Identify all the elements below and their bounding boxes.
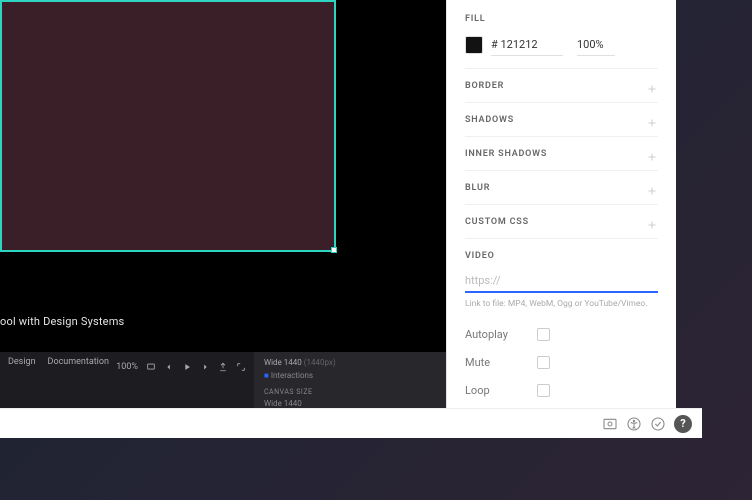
accessibility-icon[interactable] — [626, 416, 642, 432]
prev-icon[interactable] — [164, 362, 174, 372]
autoplay-label: Autoplay — [465, 328, 537, 341]
artboard-frame[interactable] — [0, 0, 336, 252]
custom-css-section[interactable]: CUSTOM CSS — [465, 205, 658, 239]
device-icon[interactable] — [146, 362, 156, 372]
footer-bar: ? — [0, 408, 702, 438]
check-icon[interactable] — [650, 416, 666, 432]
video-hint: Link to file: MP4, WebM, Ogg or YouTube/… — [465, 299, 658, 310]
expand-icon[interactable] — [236, 362, 246, 372]
mute-checkbox[interactable] — [537, 356, 550, 369]
loop-checkbox[interactable] — [537, 384, 550, 397]
share-icon[interactable] — [218, 362, 228, 372]
autoplay-checkbox[interactable] — [537, 328, 550, 341]
fill-opacity-input[interactable] — [577, 34, 615, 56]
add-icon[interactable] — [646, 182, 658, 194]
viewport-name: Wide 1440 — [264, 358, 302, 367]
fill-label: FILL — [465, 14, 658, 24]
add-icon[interactable] — [646, 114, 658, 126]
border-label: BORDER — [465, 81, 504, 91]
bottom-right-panel: Wide 1440 (1440px) ■ Interactions CANVAS… — [254, 352, 446, 408]
inspector-panel: FILL BORDER SHADOWS INNER SHADOWS BLUR C… — [446, 0, 676, 408]
add-icon[interactable] — [646, 80, 658, 92]
tab-documentation[interactable]: Documentation — [48, 357, 109, 367]
settings-icon[interactable] — [602, 416, 618, 432]
inner-shadows-label: INNER SHADOWS — [465, 149, 547, 159]
bottom-controls: 100% — [116, 362, 246, 372]
add-icon[interactable] — [646, 216, 658, 228]
shadows-section[interactable]: SHADOWS — [465, 103, 658, 137]
mute-label: Mute — [465, 356, 537, 369]
play-icon[interactable] — [182, 362, 192, 372]
viewport-size: (1440px) — [304, 358, 336, 367]
blur-label: BLUR — [465, 183, 490, 193]
canvas-size-label: CANVAS SIZE — [264, 388, 313, 396]
video-label: VIDEO — [465, 251, 658, 261]
shadows-label: SHADOWS — [465, 115, 514, 125]
tab-design[interactable]: Design — [8, 357, 36, 367]
video-section: VIDEO Link to file: MP4, WebM, Ogg or Yo… — [465, 239, 658, 408]
help-icon[interactable]: ? — [674, 415, 692, 433]
fill-hex-input[interactable] — [491, 34, 563, 56]
border-section[interactable]: BORDER — [465, 69, 658, 103]
inner-shadows-section[interactable]: INNER SHADOWS — [465, 137, 658, 171]
interactions-row[interactable]: ■ Interactions — [264, 371, 313, 380]
resize-handle-se[interactable] — [331, 247, 337, 253]
custom-css-label: CUSTOM CSS — [465, 217, 529, 227]
canvas-size-value[interactable]: Wide 1440 — [264, 399, 302, 408]
add-icon[interactable] — [646, 148, 658, 160]
canvas-area[interactable]: ool with Design Systems Design Documenta… — [0, 0, 446, 408]
fill-section: FILL — [465, 0, 658, 69]
next-icon[interactable] — [200, 362, 210, 372]
loop-label: Loop — [465, 384, 537, 397]
bottom-tabs: Design Documentation — [0, 352, 117, 372]
canvas-caption: ool with Design Systems — [0, 315, 124, 328]
video-url-input[interactable] — [465, 269, 658, 293]
bottom-toolbar: Design Documentation 100% Wide 1440 (144… — [0, 352, 446, 408]
fill-swatch[interactable] — [465, 36, 483, 54]
blur-section[interactable]: BLUR — [465, 171, 658, 205]
zoom-value[interactable]: 100% — [116, 362, 138, 372]
